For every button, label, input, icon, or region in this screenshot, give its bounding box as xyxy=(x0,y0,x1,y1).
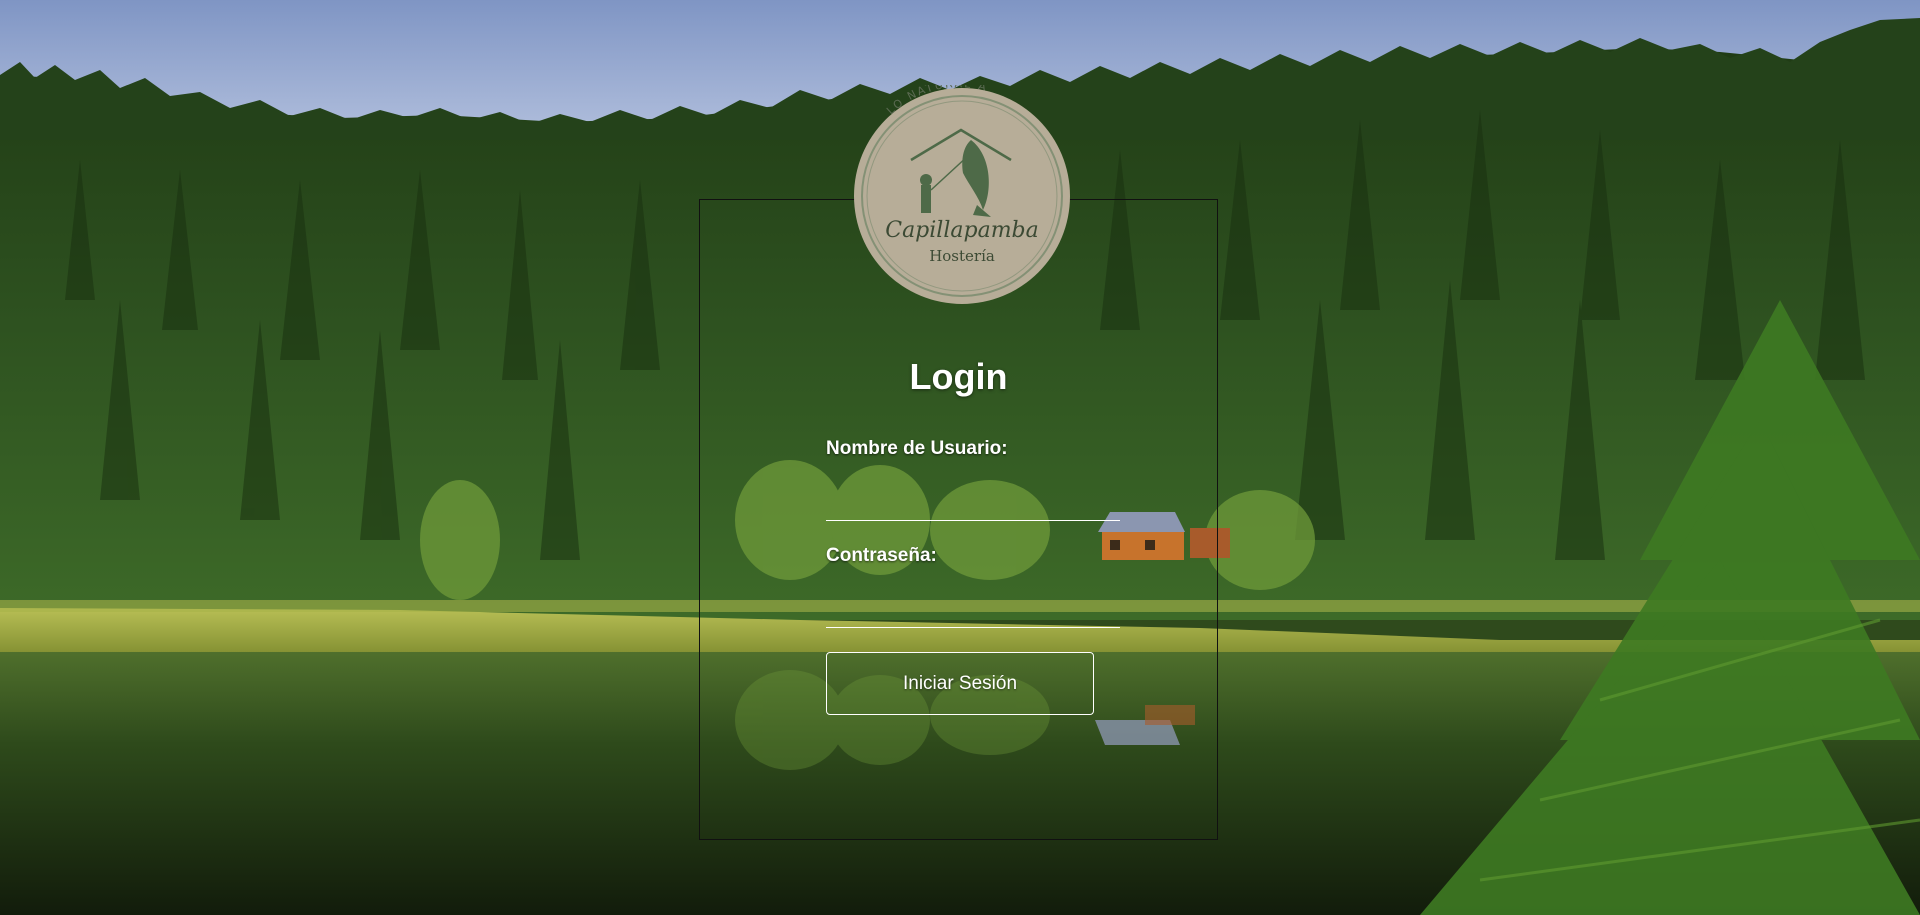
login-button[interactable]: Iniciar Sesión xyxy=(826,652,1094,715)
username-input[interactable] xyxy=(826,485,1120,521)
username-label: Nombre de Usuario: xyxy=(826,438,1008,459)
login-title: Login xyxy=(909,356,1008,397)
logo-brand-name: Capillapamba xyxy=(885,218,1039,243)
hotel-logo: LO NATURAL A Capillapamba Hostería xyxy=(854,85,1070,304)
logo-brand-subtitle: Hostería xyxy=(929,247,995,265)
password-input[interactable] xyxy=(826,592,1120,628)
password-label: Contraseña: xyxy=(826,545,937,566)
